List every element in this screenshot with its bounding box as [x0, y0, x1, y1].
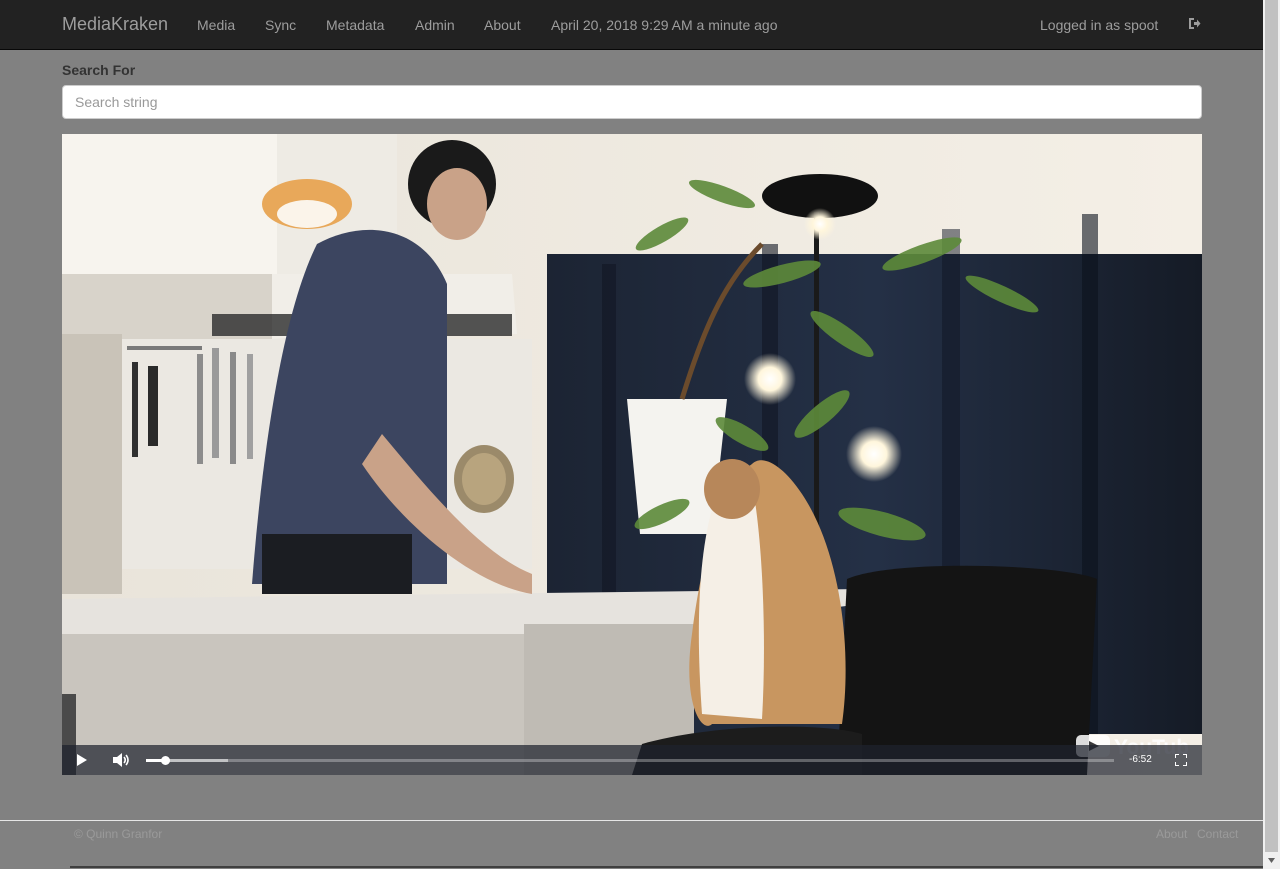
video-progress-bar[interactable] — [146, 756, 1114, 765]
video-player[interactable]: YouTube -6:52 — [62, 134, 1202, 775]
video-frame — [62, 134, 1202, 775]
footer-copyright: © Quinn Granfor — [74, 827, 163, 841]
nav-link-media[interactable]: Media — [197, 17, 235, 33]
search-input[interactable] — [62, 85, 1202, 119]
video-scrubber[interactable] — [161, 756, 171, 765]
logged-in-user[interactable]: Logged in as spoot — [1040, 17, 1158, 33]
footer-divider — [0, 820, 1263, 821]
nav-link-about[interactable]: About — [484, 17, 521, 33]
video-controls: -6:52 — [62, 745, 1202, 775]
page: MediaKraken Media Sync Metadata Admin Ab… — [0, 0, 1263, 869]
nav-link-sync[interactable]: Sync — [265, 17, 296, 33]
nav-datetime: April 20, 2018 9:29 AM a minute ago — [551, 17, 778, 33]
footer-link-about[interactable]: About — [1156, 827, 1187, 841]
fullscreen-icon[interactable] — [1175, 754, 1187, 766]
sign-out-icon[interactable] — [1188, 17, 1201, 30]
nav-link-admin[interactable]: Admin — [415, 17, 455, 33]
scrollbar-thumb[interactable] — [1265, 0, 1278, 852]
video-time-remaining: -6:52 — [1129, 754, 1152, 765]
play-icon[interactable] — [76, 754, 88, 766]
footer-link-contact[interactable]: Contact — [1197, 827, 1238, 841]
navbar: MediaKraken Media Sync Metadata Admin Ab… — [0, 0, 1263, 50]
nav-link-metadata[interactable]: Metadata — [326, 17, 384, 33]
brand-link[interactable]: MediaKraken — [62, 14, 168, 35]
scroll-down-arrow-icon[interactable] — [1266, 855, 1277, 866]
volume-icon[interactable] — [113, 753, 130, 767]
search-label: Search For — [62, 62, 136, 78]
footer-bottom-bar — [70, 866, 1263, 868]
